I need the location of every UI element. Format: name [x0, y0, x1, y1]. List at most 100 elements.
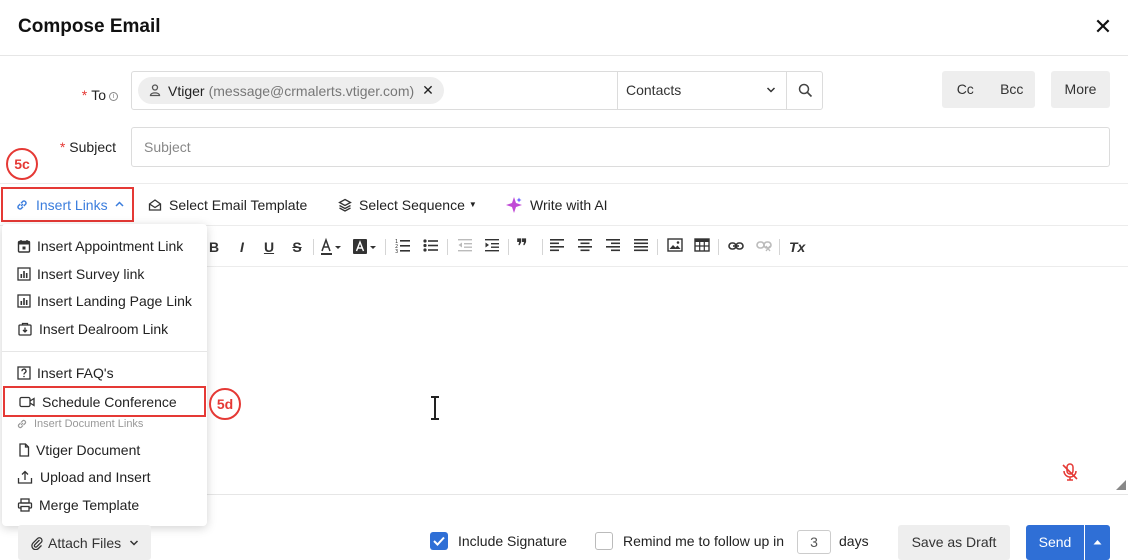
save-as-draft-button[interactable]: Save as Draft — [898, 525, 1010, 560]
chevron-down-icon — [130, 539, 139, 546]
annotation-badge-5d: 5d — [209, 388, 241, 420]
insert-links-button[interactable]: Insert Links — [1, 187, 134, 222]
to-field[interactable]: Vtiger (message@crmalerts.vtiger.com) ✕ … — [131, 71, 823, 110]
divider — [779, 239, 780, 255]
insert-image-button[interactable] — [667, 237, 683, 257]
bullet-list-icon — [423, 239, 438, 252]
underline-button[interactable]: U — [262, 237, 276, 257]
caret-up-icon — [1093, 540, 1102, 545]
recipient-email: (message@crmalerts.vtiger.com) — [208, 82, 415, 99]
lookup-module-select[interactable]: Contacts — [618, 72, 786, 109]
background-color-button[interactable] — [351, 237, 379, 257]
write-with-ai-button[interactable]: Write with AI — [505, 184, 608, 225]
menu-item-insert-survey-link[interactable]: Insert Survey link — [2, 261, 207, 287]
divider — [447, 239, 448, 255]
bcc-button[interactable]: Bcc — [989, 71, 1036, 108]
more-button[interactable]: More — [1051, 71, 1110, 108]
recipient-chip: Vtiger (message@crmalerts.vtiger.com) ✕ — [138, 77, 444, 104]
justify-icon — [634, 239, 648, 252]
paperclip-icon — [31, 536, 43, 550]
layers-icon — [338, 198, 352, 212]
caret-down-icon: ▼ — [468, 200, 477, 209]
strikethrough-button[interactable]: S — [290, 237, 304, 257]
numbered-list-button[interactable]: 123 — [395, 237, 411, 257]
upload-icon — [17, 470, 33, 484]
insert-table-button[interactable] — [694, 237, 710, 257]
insert-link-button[interactable] — [728, 237, 744, 257]
blockquote-button[interactable]: ❞ — [515, 237, 529, 257]
subject-label: * Subject — [59, 139, 116, 155]
align-left-icon — [550, 239, 564, 252]
text-color-button[interactable] — [319, 237, 345, 257]
remind-days-input[interactable] — [797, 530, 831, 554]
send-button[interactable]: Send — [1026, 525, 1084, 560]
table-icon — [694, 238, 710, 252]
divider — [313, 239, 314, 255]
menu-item-insert-appointment-link[interactable]: Insert Appointment Link — [2, 233, 207, 259]
numbered-list-icon: 123 — [395, 239, 410, 255]
attach-files-button[interactable]: Attach Files — [18, 525, 151, 560]
divider — [2, 351, 207, 352]
search-icon — [798, 83, 813, 98]
menu-item-schedule-conference[interactable]: Schedule Conference — [3, 386, 206, 417]
bullet-list-button[interactable] — [423, 237, 439, 257]
bold-button[interactable]: B — [207, 237, 221, 257]
select-email-template-button[interactable]: Select Email Template — [148, 184, 307, 225]
close-icon[interactable]: ✕ — [1092, 16, 1114, 38]
align-left-button[interactable] — [550, 237, 564, 257]
divider — [657, 239, 658, 255]
select-sequence-button[interactable]: Select Sequence ▼ — [338, 184, 477, 225]
highlight-color-icon — [353, 239, 376, 254]
divider — [385, 239, 386, 255]
divider — [205, 494, 1128, 495]
search-button[interactable] — [787, 72, 823, 109]
subject-input[interactable] — [131, 127, 1110, 167]
calendar-icon — [17, 240, 31, 253]
unlink-button[interactable] — [756, 237, 772, 257]
envelope-icon — [148, 198, 162, 211]
align-right-button[interactable] — [606, 237, 620, 257]
align-center-button[interactable] — [578, 237, 592, 257]
clear-formatting-button[interactable]: Tx — [789, 237, 805, 257]
divider — [508, 239, 509, 255]
compose-footer: Attach Files Include Signature Remind me… — [0, 512, 1128, 560]
outdent-button[interactable] — [457, 237, 473, 257]
compose-toolbar: Insert Links Select Email Template Selec… — [0, 183, 1128, 226]
link-icon — [17, 419, 27, 429]
insert-links-dropdown: Insert Appointment Link Insert Survey li… — [2, 224, 207, 526]
text-cursor-icon — [431, 396, 439, 420]
include-signature-checkbox[interactable] — [430, 532, 448, 550]
italic-button[interactable]: I — [235, 237, 249, 257]
recipient-name: Vtiger — [168, 82, 205, 99]
outdent-icon — [458, 239, 472, 252]
link-icon — [728, 242, 744, 250]
menu-item-insert-landing-page-link[interactable]: Insert Landing Page Link — [2, 288, 207, 314]
dialog-title: Compose Email — [18, 16, 161, 37]
divider — [718, 239, 719, 255]
dealroom-icon — [18, 322, 32, 336]
info-icon: i — [109, 91, 118, 101]
resize-handle-icon[interactable] — [1116, 480, 1126, 490]
question-icon — [17, 366, 31, 380]
menu-item-upload-and-insert[interactable]: Upload and Insert — [2, 464, 207, 490]
indent-icon — [485, 239, 499, 252]
microphone-off-icon[interactable] — [1060, 462, 1080, 482]
menu-item-vtiger-document[interactable]: Vtiger Document — [2, 437, 207, 463]
sparkle-icon — [506, 196, 522, 213]
send-options-button[interactable] — [1085, 525, 1110, 560]
remove-recipient-icon[interactable]: ✕ — [422, 82, 434, 99]
user-icon — [149, 84, 161, 97]
align-center-icon — [578, 239, 592, 252]
chevron-up-icon — [115, 201, 124, 207]
bar-chart-icon — [17, 267, 31, 281]
menu-item-insert-faqs[interactable]: Insert FAQ's — [2, 360, 207, 386]
text-color-icon — [321, 237, 341, 255]
cc-button[interactable]: Cc — [942, 71, 989, 108]
indent-button[interactable] — [484, 237, 500, 257]
to-label: * To i — [60, 87, 118, 103]
justify-button[interactable] — [634, 237, 648, 257]
svg-text:3: 3 — [395, 249, 398, 253]
unlink-icon — [756, 241, 772, 252]
remind-follow-up-checkbox[interactable] — [595, 532, 613, 550]
menu-item-insert-dealroom-link[interactable]: Insert Dealroom Link — [2, 316, 207, 342]
